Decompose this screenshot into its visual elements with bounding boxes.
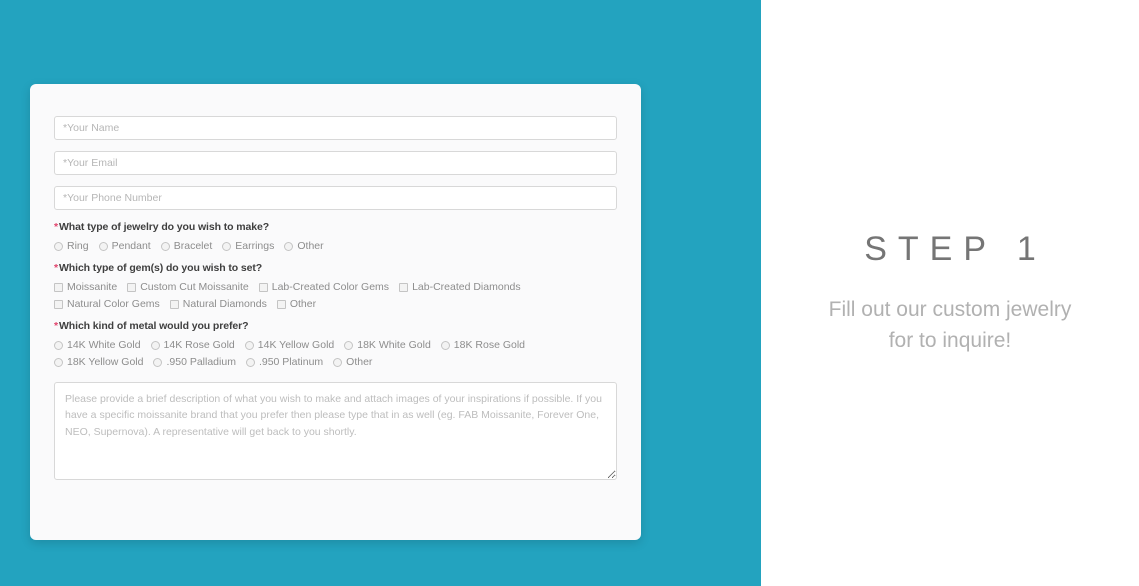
option-metal-18k-rose-gold[interactable]: 18K Rose Gold [440,339,526,351]
option-label: 18K White Gold [357,339,431,351]
option-gem-natural-diamonds[interactable]: Natural Diamonds [169,298,267,310]
phone-input[interactable] [54,186,617,210]
description-textarea[interactable] [54,382,617,480]
metal-type-options-row-1: 14K White Gold 14K Rose Gold 14K Yellow … [54,339,617,351]
option-label: 18K Yellow Gold [67,356,144,368]
option-label: Other [297,240,324,252]
radio-icon[interactable] [54,241,63,251]
email-input[interactable] [54,151,617,175]
step-info-panel: STEP 1 Fill out our custom jewelry for t… [761,0,1139,586]
question-jewelry-type: *What type of jewelry do you wish to mak… [54,221,617,252]
option-gem-lab-created-diamonds[interactable]: Lab-Created Diamonds [399,281,521,293]
radio-icon[interactable] [245,357,255,367]
option-metal-other[interactable]: Other [333,356,372,368]
option-gem-lab-created-color-gems[interactable]: Lab-Created Color Gems [258,281,390,293]
option-jewelry-ring[interactable]: Ring [54,240,89,252]
checkbox-icon[interactable] [54,282,63,292]
required-asterisk: * [54,262,58,274]
checkbox-icon[interactable] [54,299,63,309]
option-label: Bracelet [173,240,213,252]
option-label: Pendant [111,240,151,252]
radio-icon[interactable] [160,241,170,251]
option-label: 14K Rose Gold [163,339,235,351]
question-metal-type-text: Which kind of metal would you prefer? [59,320,249,332]
radio-icon[interactable] [344,340,354,350]
radio-icon[interactable] [333,357,343,367]
option-metal-14k-yellow-gold[interactable]: 14K Yellow Gold [244,339,335,351]
option-label: Other [289,298,317,310]
checkbox-icon[interactable] [127,282,137,292]
option-label: Natural Color Gems [67,298,160,310]
radio-icon[interactable] [440,340,450,350]
step-subtitle: Fill out our custom jewelry for to inqui… [828,298,1072,352]
step-title: STEP 1 [864,230,1047,269]
checkbox-icon[interactable] [258,282,268,292]
form-fields-container: *What type of jewelry do you wish to mak… [54,116,617,485]
question-metal-type-label: *Which kind of metal would you prefer? [54,320,617,332]
gem-type-options-row-1: Moissanite Custom Cut Moissanite Lab-Cre… [54,281,617,293]
radio-icon[interactable] [153,357,163,367]
radio-icon[interactable] [222,241,232,251]
name-input[interactable] [54,116,617,140]
option-label: 18K Rose Gold [453,339,526,351]
option-jewelry-other[interactable]: Other [284,240,324,252]
option-label: Natural Diamonds [182,298,267,310]
jewelry-type-options-row-1: Ring Pendant Bracelet Earrings Other [54,240,617,252]
option-label: Lab-Created Diamonds [412,281,521,293]
description-field-wrapper [54,382,617,485]
option-gem-natural-color-gems[interactable]: Natural Color Gems [54,298,160,310]
checkbox-icon[interactable] [276,299,286,309]
option-label: Ring [67,240,89,252]
option-gem-custom-cut-moissanite[interactable]: Custom Cut Moissanite [127,281,249,293]
option-metal-14k-white-gold[interactable]: 14K White Gold [54,339,141,351]
question-metal-type: *Which kind of metal would you prefer? 1… [54,320,617,368]
radio-icon[interactable] [98,241,108,251]
option-label: .950 Platinum [258,356,324,368]
question-gem-type-text: Which type of gem(s) do you wish to set? [59,262,263,274]
option-label: Earrings [235,240,275,252]
radio-icon[interactable] [284,241,294,251]
radio-icon[interactable] [54,357,63,367]
radio-icon[interactable] [150,340,160,350]
radio-icon[interactable] [54,340,63,350]
option-metal-18k-white-gold[interactable]: 18K White Gold [344,339,431,351]
checkbox-icon[interactable] [169,299,179,309]
metal-type-options-row-2: 18K Yellow Gold .950 Palladium .950 Plat… [54,356,617,368]
option-label: .950 Palladium [166,356,236,368]
option-metal-950-palladium[interactable]: .950 Palladium [153,356,236,368]
option-label: 14K Yellow Gold [257,339,335,351]
option-label: Moissanite [67,281,118,293]
option-jewelry-earrings[interactable]: Earrings [222,240,274,252]
option-metal-950-platinum[interactable]: .950 Platinum [245,356,324,368]
option-label: Lab-Created Color Gems [271,281,390,293]
checkbox-icon[interactable] [399,282,409,292]
option-jewelry-bracelet[interactable]: Bracelet [160,240,213,252]
inquiry-form-card: *What type of jewelry do you wish to mak… [30,84,641,540]
option-jewelry-pendant[interactable]: Pendant [98,240,151,252]
required-asterisk: * [54,320,58,332]
question-jewelry-type-label: *What type of jewelry do you wish to mak… [54,221,617,233]
option-label: 14K White Gold [67,339,141,351]
option-gem-other[interactable]: Other [276,298,317,310]
radio-icon[interactable] [244,340,254,350]
required-asterisk: * [54,221,58,233]
option-gem-moissanite[interactable]: Moissanite [54,281,117,293]
option-metal-18k-yellow-gold[interactable]: 18K Yellow Gold [54,356,143,368]
question-jewelry-type-text: What type of jewelry do you wish to make… [59,221,270,233]
gem-type-options-row-2: Natural Color Gems Natural Diamonds Othe… [54,298,617,310]
question-gem-type: *Which type of gem(s) do you wish to set… [54,262,617,310]
question-gem-type-label: *Which type of gem(s) do you wish to set… [54,262,617,274]
option-metal-14k-rose-gold[interactable]: 14K Rose Gold [150,339,235,351]
option-label: Other [346,356,373,368]
option-label: Custom Cut Moissanite [140,281,249,293]
